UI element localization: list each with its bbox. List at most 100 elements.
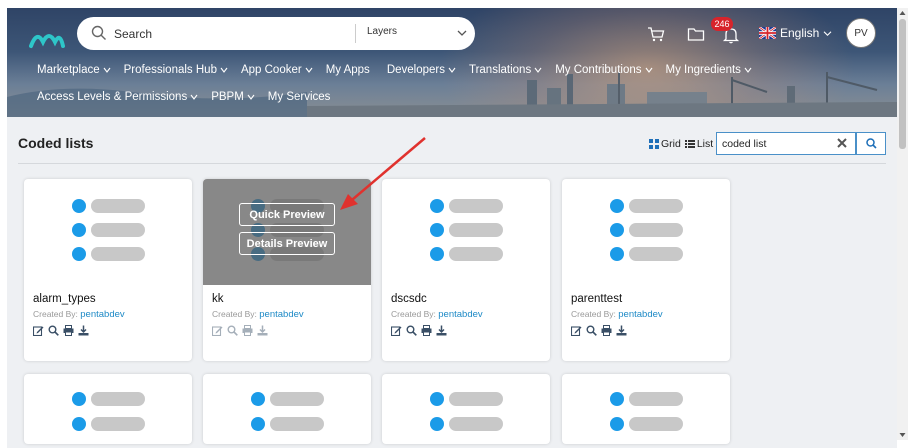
card-title[interactable]: parenttest [571,293,622,305]
main-nav-row-2: Access Levels & Permissions PBPM My Serv… [37,91,330,103]
nav-my-ingredients[interactable]: My Ingredients [666,64,752,76]
edit-icon[interactable] [212,325,223,336]
details-preview-button[interactable]: Details Preview [239,232,335,255]
scroll-up-icon[interactable] [899,10,906,16]
edit-icon[interactable] [571,325,582,336]
filter-search-button[interactable] [856,132,886,155]
coded-list-card[interactable]: Quick Preview Details Preview kk Created… [203,179,371,361]
coded-list-card[interactable]: parenttest Created By: pentabdev [562,179,730,361]
list-pill [270,392,324,406]
language-selector[interactable]: English [759,26,832,40]
view-toggle: Grid List [649,138,713,150]
page-scrollbar[interactable] [897,8,908,440]
list-dot [72,247,86,261]
global-search: Layers [77,17,475,50]
coded-list-card[interactable]: alarm_types Created By: pentabdev [24,179,192,361]
card-title[interactable]: alarm_types [33,293,96,305]
card-hover-overlay: Quick Preview Details Preview [203,179,371,285]
author-link[interactable]: pentabdev [259,309,303,320]
card-actions [391,325,447,336]
coded-list-card[interactable] [24,374,192,444]
nav-app-cooker[interactable]: App Cooker [241,64,313,76]
list-dot [610,199,624,213]
folder-icon[interactable] [687,25,705,43]
list-dot [430,223,444,237]
list-dot [251,417,265,431]
cart-icon[interactable] [647,25,665,43]
chevron-down-icon [220,67,228,73]
print-icon[interactable] [242,325,253,336]
edit-icon[interactable] [391,325,402,336]
scroll-down-icon[interactable] [899,432,906,438]
nav-my-apps[interactable]: My Apps [326,64,370,76]
download-icon[interactable] [257,325,268,336]
list-dot [72,199,86,213]
nav-label: My Apps [325,64,370,76]
scroll-thumb[interactable] [899,19,906,149]
list-label: List [696,138,714,150]
nav-pbpm[interactable]: PBPM [211,91,255,103]
edit-icon[interactable] [33,325,44,336]
list-dot [610,417,624,431]
search-icon[interactable] [406,325,417,336]
card-thumbnail [562,179,730,285]
list-pill [449,223,503,237]
print-icon[interactable] [63,325,74,336]
nav-my-contributions[interactable]: My Contributions [555,64,652,76]
list-pill [629,199,683,213]
list-pill [91,417,145,431]
nav-label: PBPM [211,91,244,103]
author-link[interactable]: pentabdev [618,309,662,320]
nav-my-services[interactable]: My Services [268,91,331,103]
chevron-down-icon [305,67,313,73]
list-view-button[interactable]: List [684,138,714,150]
card-created-by: Created By: pentabdev [391,309,483,320]
grid-icon [649,139,659,149]
download-icon[interactable] [616,325,627,336]
card-title[interactable]: dscsdc [391,293,427,305]
download-icon[interactable] [436,325,447,336]
author-link[interactable]: pentabdev [438,309,482,320]
chevron-down-icon[interactable] [457,29,467,37]
list-pill [449,392,503,406]
print-icon[interactable] [601,325,612,336]
list-pill [449,417,503,431]
coded-list-card[interactable] [382,374,550,444]
nav-marketplace[interactable]: Marketplace [37,64,111,76]
download-icon[interactable] [78,325,89,336]
clear-icon[interactable] [835,136,849,150]
author-link[interactable]: pentabdev [80,309,124,320]
coded-list-card[interactable]: dscsdc Created By: pentabdev [382,179,550,361]
user-avatar[interactable]: PV [846,18,876,48]
nav-developers[interactable]: Developers [387,64,456,76]
coded-list-card[interactable] [203,374,371,444]
card-created-by: Created By: pentabdev [33,309,125,320]
created-by-label: Created By: [391,309,436,319]
search-input[interactable] [114,24,344,43]
list-dot [72,417,86,431]
nav-professionals-hub[interactable]: Professionals Hub [124,64,228,76]
nav-label: My Ingredients [665,64,741,76]
layers-select[interactable]: Layers [367,26,397,37]
nav-label: Developers [386,64,445,76]
search-icon[interactable] [48,325,59,336]
list-pill [629,417,683,431]
coded-list-card[interactable] [562,374,730,444]
main-content: Coded lists Grid List coded list alarm_t… [7,117,897,448]
print-icon[interactable] [421,325,432,336]
card-actions [212,325,268,336]
nav-translations[interactable]: Translations [469,64,542,76]
search-icon[interactable] [586,325,597,336]
nav-label: Marketplace [37,64,100,76]
brand-logo-icon[interactable] [29,26,65,50]
nav-label: My Services [267,91,331,103]
grid-view-button[interactable]: Grid [649,138,681,150]
nav-label: Translations [468,64,532,76]
search-divider [355,24,356,43]
search-icon[interactable] [227,325,238,336]
nav-access-levels-permissions[interactable]: Access Levels & Permissions [37,91,198,103]
card-actions [571,325,627,336]
quick-preview-button[interactable]: Quick Preview [239,203,335,226]
chevron-down-icon [534,67,542,73]
card-title[interactable]: kk [212,293,224,305]
